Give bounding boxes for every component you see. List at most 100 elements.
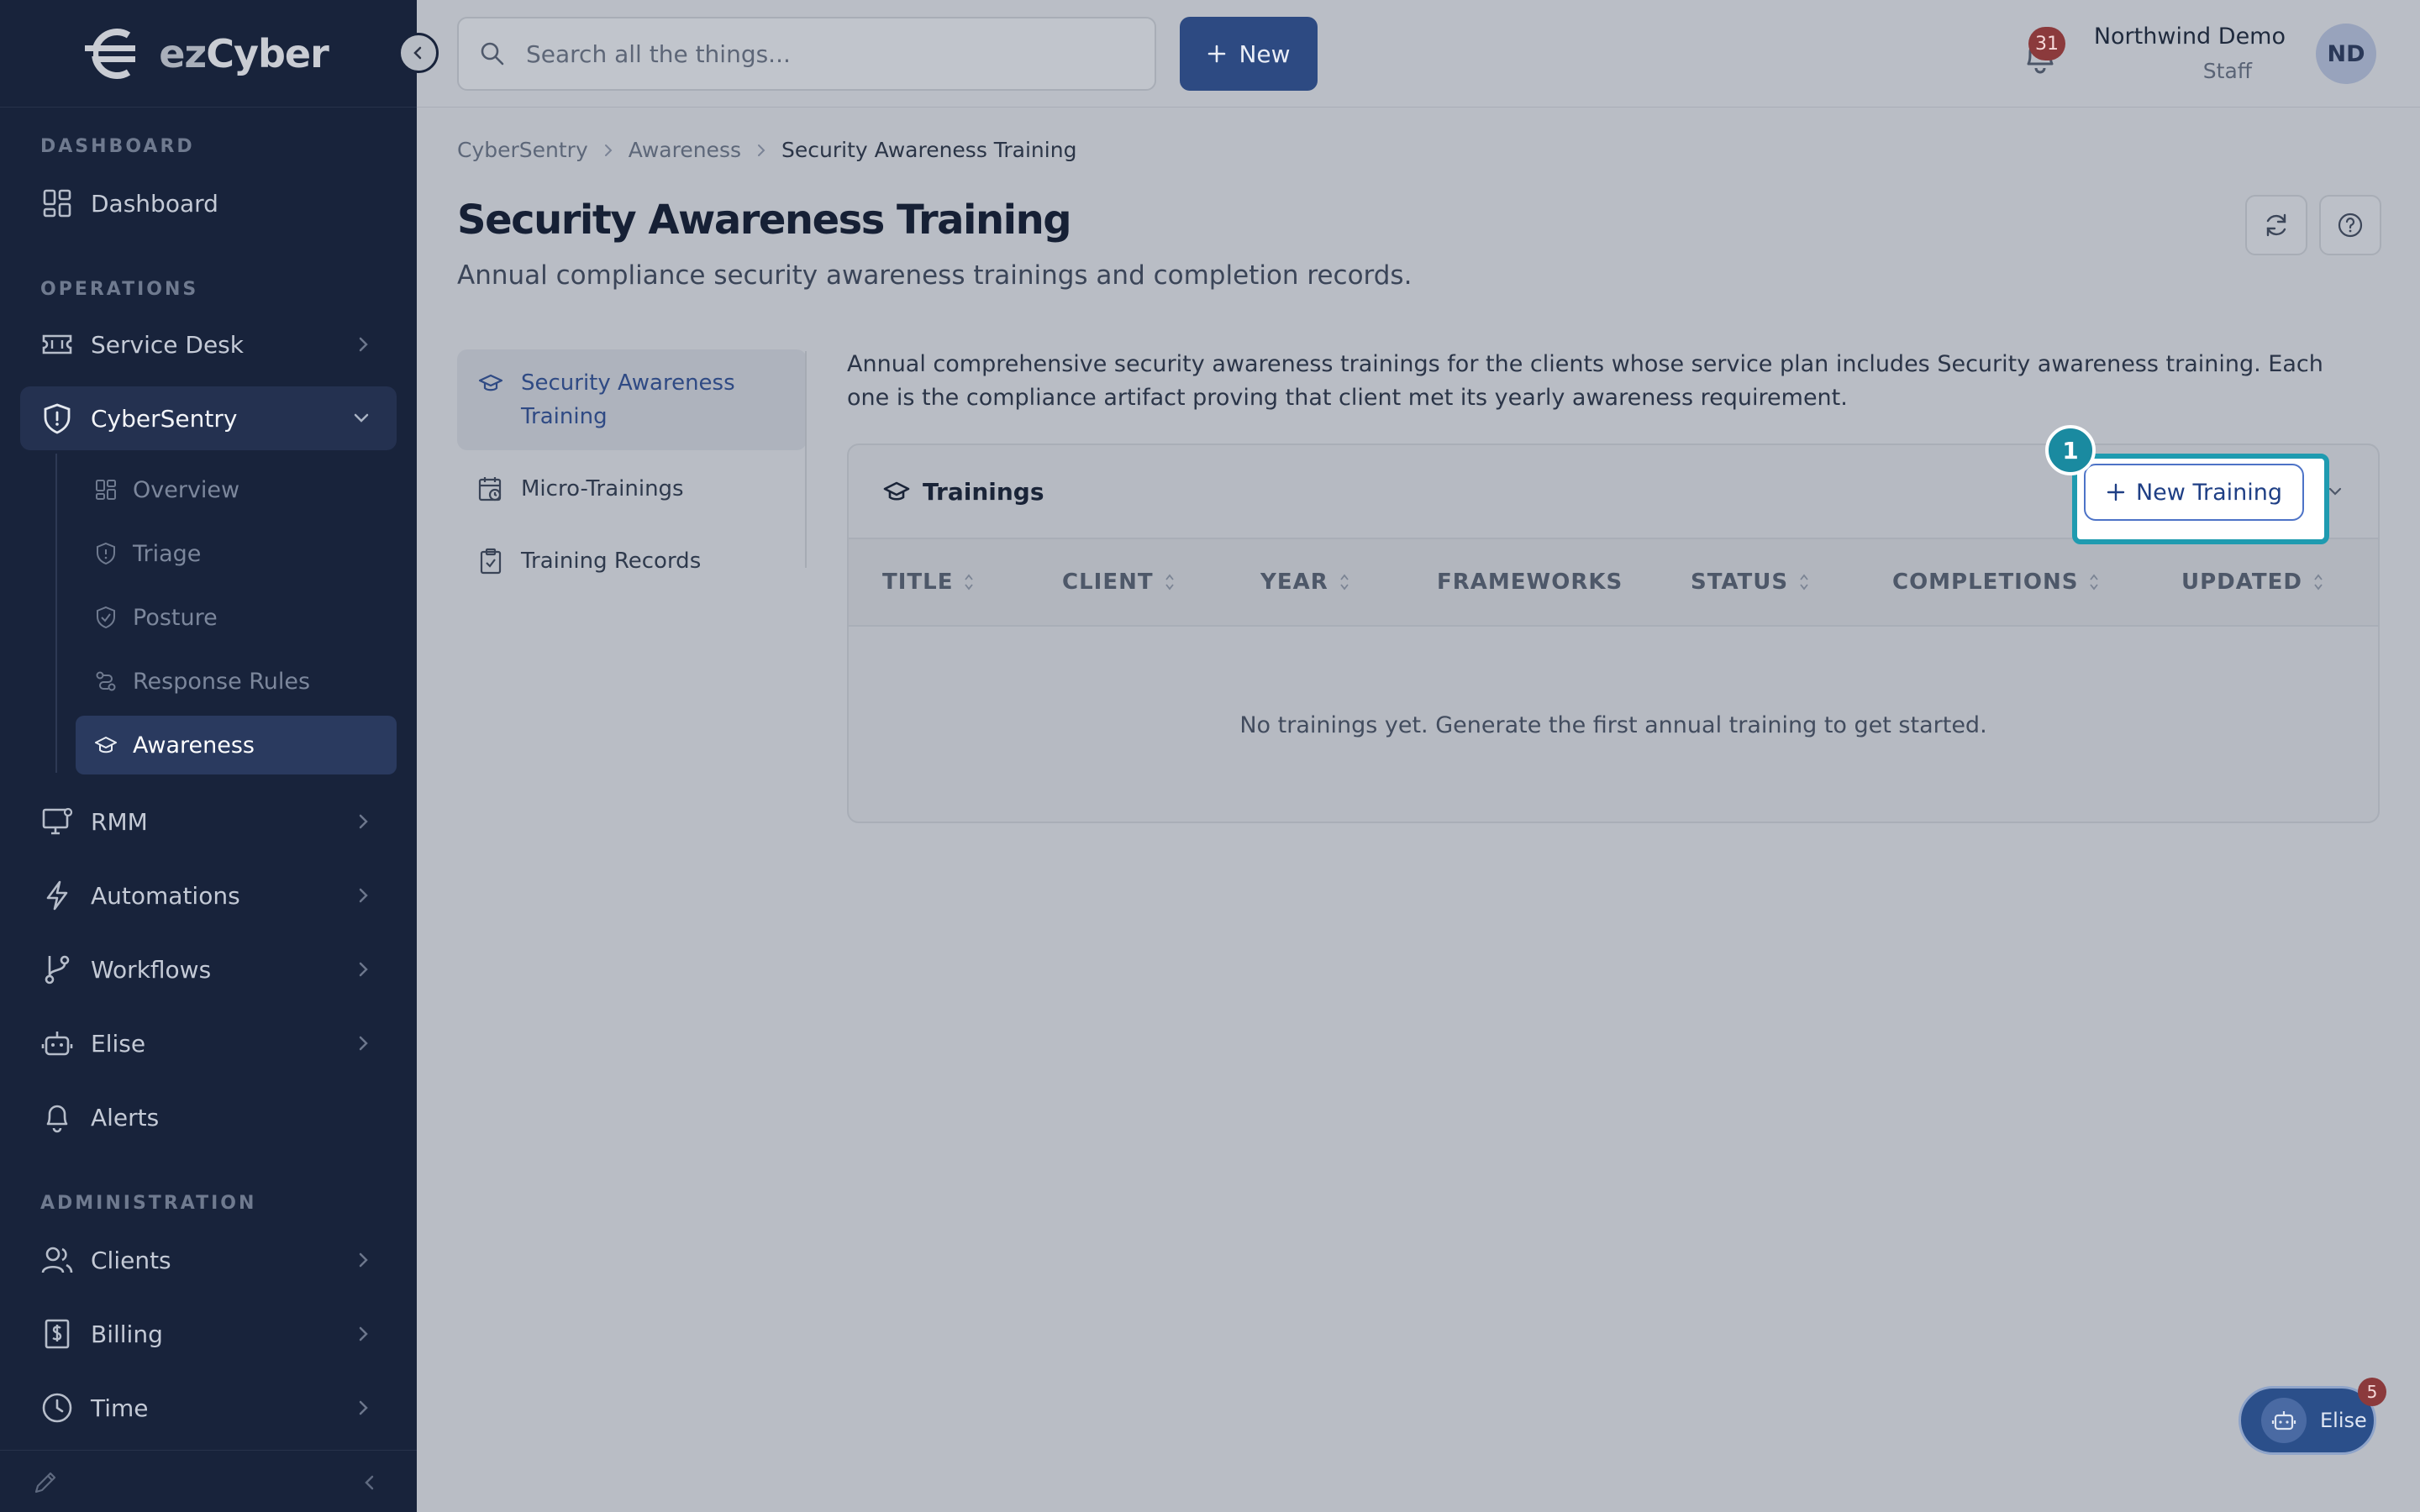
chevron-right-icon [359, 1400, 368, 1415]
sidebar-item-label: Dashboard [91, 189, 218, 218]
breadcrumb: CyberSentry Awareness Security Awareness… [457, 138, 1076, 162]
chevron-right-icon [359, 814, 368, 829]
sort-icon [2090, 574, 2099, 591]
sort-icon [1165, 574, 1174, 591]
sidebar-subitem-triage[interactable]: Triage [76, 524, 397, 583]
brand-header: ezCyber [0, 0, 439, 108]
new-training-button[interactable]: New Training [2084, 464, 2304, 521]
section-label-administration: ADMINISTRATION [40, 1193, 257, 1214]
sidebar-item-clients[interactable]: Clients [20, 1228, 397, 1292]
refresh-icon [2266, 213, 2286, 237]
branch-icon [40, 953, 74, 986]
empty-state-message: No trainings yet. Generate the first ann… [1239, 712, 1987, 738]
sidebar-item-billing[interactable]: Billing [20, 1302, 397, 1366]
sidebar-item-service-desk[interactable]: Service Desk [20, 312, 397, 376]
column-header-label: CLIENT [1062, 570, 1154, 595]
page-title: Security Awareness Training [457, 197, 1072, 244]
column-header-label: STATUS [1691, 570, 1789, 595]
sidebar-item-label: CyberSentry [91, 404, 238, 433]
elise-label: Elise [2320, 1409, 2367, 1432]
column-header-title[interactable]: TITLE [882, 570, 975, 595]
sidebar-item-label: Alerts [91, 1103, 160, 1131]
chevron-right-icon [359, 1326, 368, 1341]
chevron-down-icon [354, 413, 369, 423]
top-bar: Search all the things... New 31 Northwin… [417, 0, 2420, 108]
graduation-cap-icon [94, 733, 118, 757]
chevron-right-icon [359, 888, 368, 903]
sidebar-item-elise[interactable]: Elise [20, 1011, 397, 1075]
users-icon [40, 1243, 74, 1277]
column-header-client[interactable]: CLIENT [1062, 570, 1176, 595]
chevron-right-icon [359, 962, 368, 977]
grid-icon [40, 186, 74, 220]
sidebar-subitem-response-rules[interactable]: Response Rules [76, 652, 397, 711]
clock-icon [40, 1391, 74, 1425]
graduation-cap-icon [882, 480, 911, 503]
subnav-item-training-records[interactable]: Training Records [457, 528, 807, 595]
user-name[interactable]: Northwind Demo [2094, 24, 2286, 50]
subnav-item-security-awareness-training[interactable]: Security Awareness Training [457, 349, 807, 450]
avatar[interactable]: ND [2316, 24, 2376, 84]
page-subtitle: Annual compliance security awareness tra… [457, 260, 1413, 291]
sidebar-subitem-posture[interactable]: Posture [76, 588, 397, 647]
sidebar-subitem-label: Overview [133, 476, 240, 503]
elise-assistant-button[interactable]: Elise [2238, 1386, 2376, 1455]
chevron-left-icon[interactable] [358, 1471, 381, 1494]
column-header-label: UPDATED [2181, 570, 2302, 595]
chevron-right-icon [359, 1036, 368, 1051]
column-header-label: TITLE [882, 570, 954, 595]
trainings-card-title: Trainings [923, 477, 1044, 506]
clipboard-check-icon [477, 544, 504, 578]
dollar-icon [40, 1317, 74, 1351]
sidebar-collapse-button[interactable] [398, 33, 439, 73]
breadcrumb-current: Security Awareness Training [781, 138, 1077, 162]
sidebar-item-label: Elise [91, 1029, 146, 1058]
column-header-year[interactable]: YEAR [1260, 570, 1350, 595]
subnav-item-label: Security Awareness Training [521, 370, 735, 429]
sidebar-item-workflows[interactable]: Workflows [20, 937, 397, 1001]
sidebar-item-time[interactable]: Time [20, 1376, 397, 1440]
new-button-label: New [1239, 39, 1291, 68]
calendar-clock-icon [477, 472, 504, 506]
column-header-label: COMPLETIONS [1892, 570, 2079, 595]
column-header-status[interactable]: STATUS [1691, 570, 1810, 595]
breadcrumb-link-awareness[interactable]: Awareness [629, 138, 741, 162]
help-button[interactable] [2319, 195, 2381, 255]
sidebar-footer [0, 1450, 417, 1512]
logo[interactable]: ezCyber [80, 24, 329, 84]
chevron-right-icon [359, 1252, 368, 1268]
subnav-item-micro-trainings[interactable]: Micro-Trainings [457, 455, 807, 522]
sidebar-item-alerts[interactable]: Alerts [20, 1085, 397, 1149]
table-header: TITLE CLIENT YEAR FRAMEWORKS STATUS COMP… [849, 539, 2378, 627]
search-input[interactable]: Search all the things... [457, 17, 1156, 91]
column-header-label: YEAR [1260, 570, 1328, 595]
sidebar-item-rmm[interactable]: RMM [20, 790, 397, 853]
sidebar-item-automations[interactable]: Automations [20, 864, 397, 927]
plus-icon [2107, 483, 2125, 501]
refresh-button[interactable] [2245, 195, 2307, 255]
sidebar-item-dashboard[interactable]: Dashboard [20, 171, 397, 235]
section-subnav: Security Awareness Training Micro-Traini… [457, 349, 807, 600]
sidebar-item-label: Service Desk [91, 330, 244, 359]
chevron-down-icon[interactable] [2326, 482, 2344, 501]
robot-icon [40, 1026, 74, 1060]
pencil-icon[interactable] [32, 1469, 59, 1496]
ticket-icon [40, 328, 74, 361]
tutorial-step-badge: 1 [2045, 425, 2096, 475]
sidebar-subitem-label: Awareness [133, 732, 255, 759]
plus-icon [1208, 45, 1226, 63]
breadcrumb-link-cybersentry[interactable]: CyberSentry [457, 138, 588, 162]
search-icon [481, 42, 504, 66]
sidebar-item-cybersentry[interactable]: CyberSentry [20, 386, 397, 450]
column-header-completions[interactable]: COMPLETIONS [1892, 570, 2100, 595]
bell-icon [40, 1100, 74, 1134]
column-header-frameworks: FRAMEWORKS [1437, 570, 1623, 595]
logo-mark-icon [82, 28, 136, 79]
new-button[interactable]: New [1180, 17, 1318, 91]
chevron-left-icon [413, 46, 422, 60]
sidebar-subitem-awareness[interactable]: Awareness [76, 716, 397, 774]
sidebar-item-label: Time [91, 1394, 149, 1422]
column-header-updated[interactable]: UPDATED [2181, 570, 2324, 595]
sidebar-subitem-overview[interactable]: Overview [76, 460, 397, 519]
shield-check-icon [94, 606, 118, 629]
